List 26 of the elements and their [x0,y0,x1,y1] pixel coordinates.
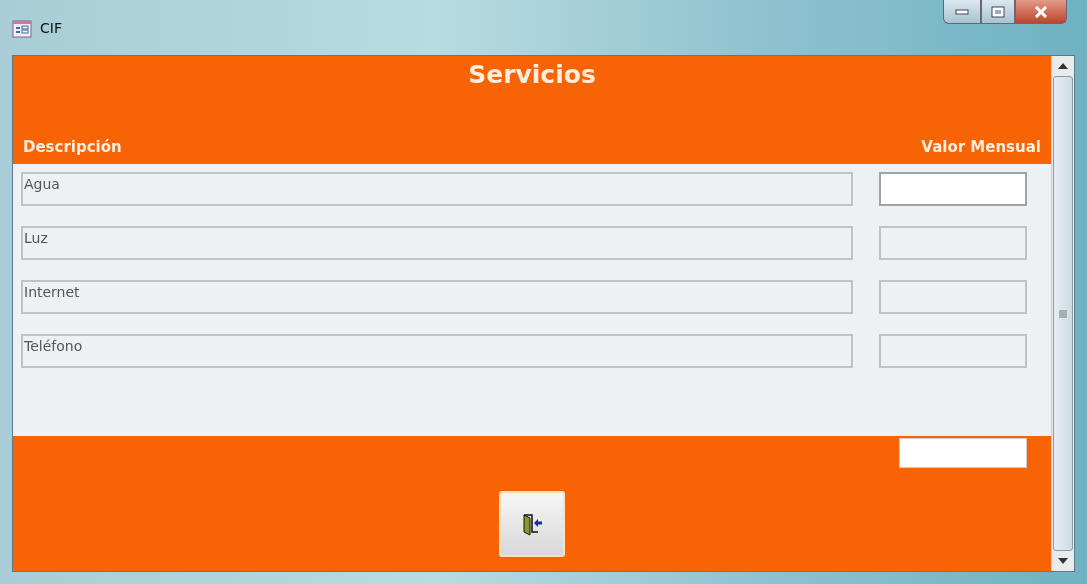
vertical-scrollbar[interactable] [1051,56,1074,571]
maximize-icon [991,5,1005,18]
column-header: Valor Mensual [921,138,1041,156]
value-field[interactable] [879,226,1027,260]
value-field[interactable] [879,334,1027,368]
grip-icon [1058,308,1068,319]
description-field[interactable]: Agua [21,172,853,206]
window-title: CIF [40,19,62,36]
description-field[interactable]: Internet [21,280,853,314]
minimize-icon [955,7,969,16]
scroll-down-icon [1057,557,1069,565]
description-field[interactable]: Luz [21,226,853,260]
description-field[interactable]: Teléfono [21,334,853,368]
maximize-button[interactable] [981,0,1015,24]
form-icon [12,19,32,38]
value-field[interactable] [879,280,1027,314]
minimize-button[interactable] [943,0,981,24]
column-header: Descripción [23,138,122,156]
close-icon [1033,5,1049,18]
total-field[interactable] [899,438,1027,468]
scroll-up-icon [1057,62,1069,70]
close-button[interactable] [1015,0,1067,24]
scroll-thumb[interactable] [1053,76,1073,551]
exit-button[interactable] [499,491,565,557]
form-title: Servicios [468,60,596,89]
value-field[interactable] [879,172,1027,206]
